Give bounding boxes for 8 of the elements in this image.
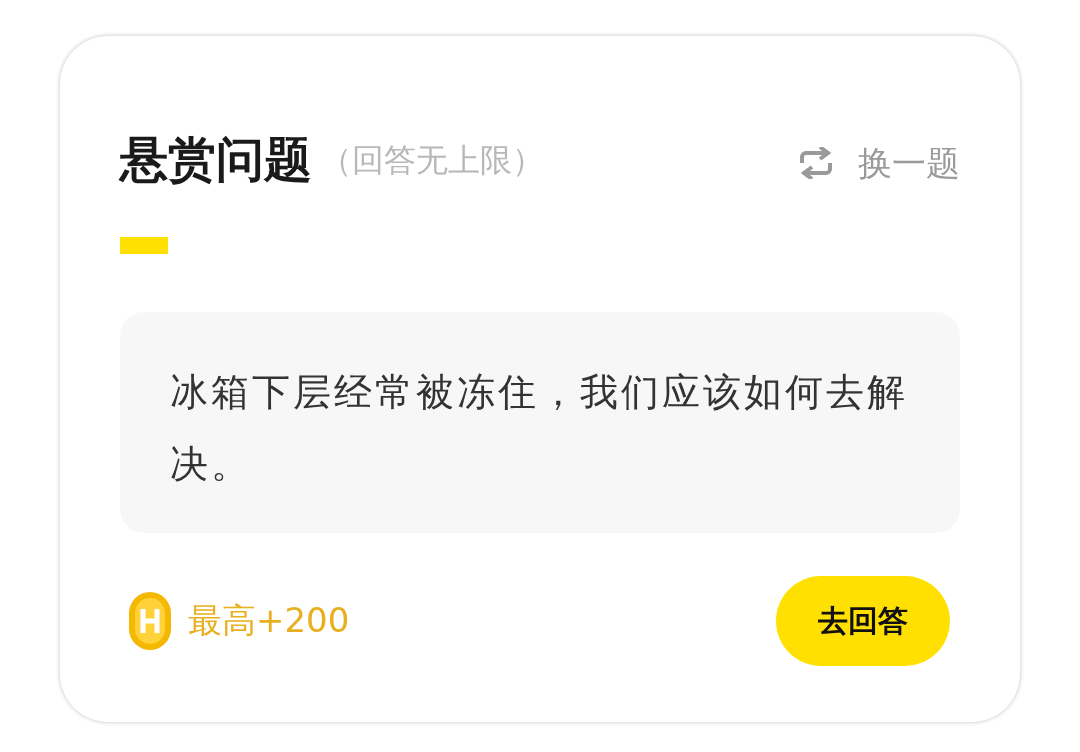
reward-text: 最高+200 — [188, 599, 350, 643]
swap-icon — [798, 147, 834, 180]
card-subtitle: （回答无上限） — [320, 139, 544, 181]
question-text: 冰箱下层经常被冻住，我们应该如何去解决。 — [170, 369, 908, 486]
answer-button[interactable]: 去回答 — [776, 575, 950, 666]
card-title: 悬赏问题 — [120, 131, 312, 189]
coin-icon — [128, 590, 172, 651]
accent-bar — [120, 236, 168, 254]
